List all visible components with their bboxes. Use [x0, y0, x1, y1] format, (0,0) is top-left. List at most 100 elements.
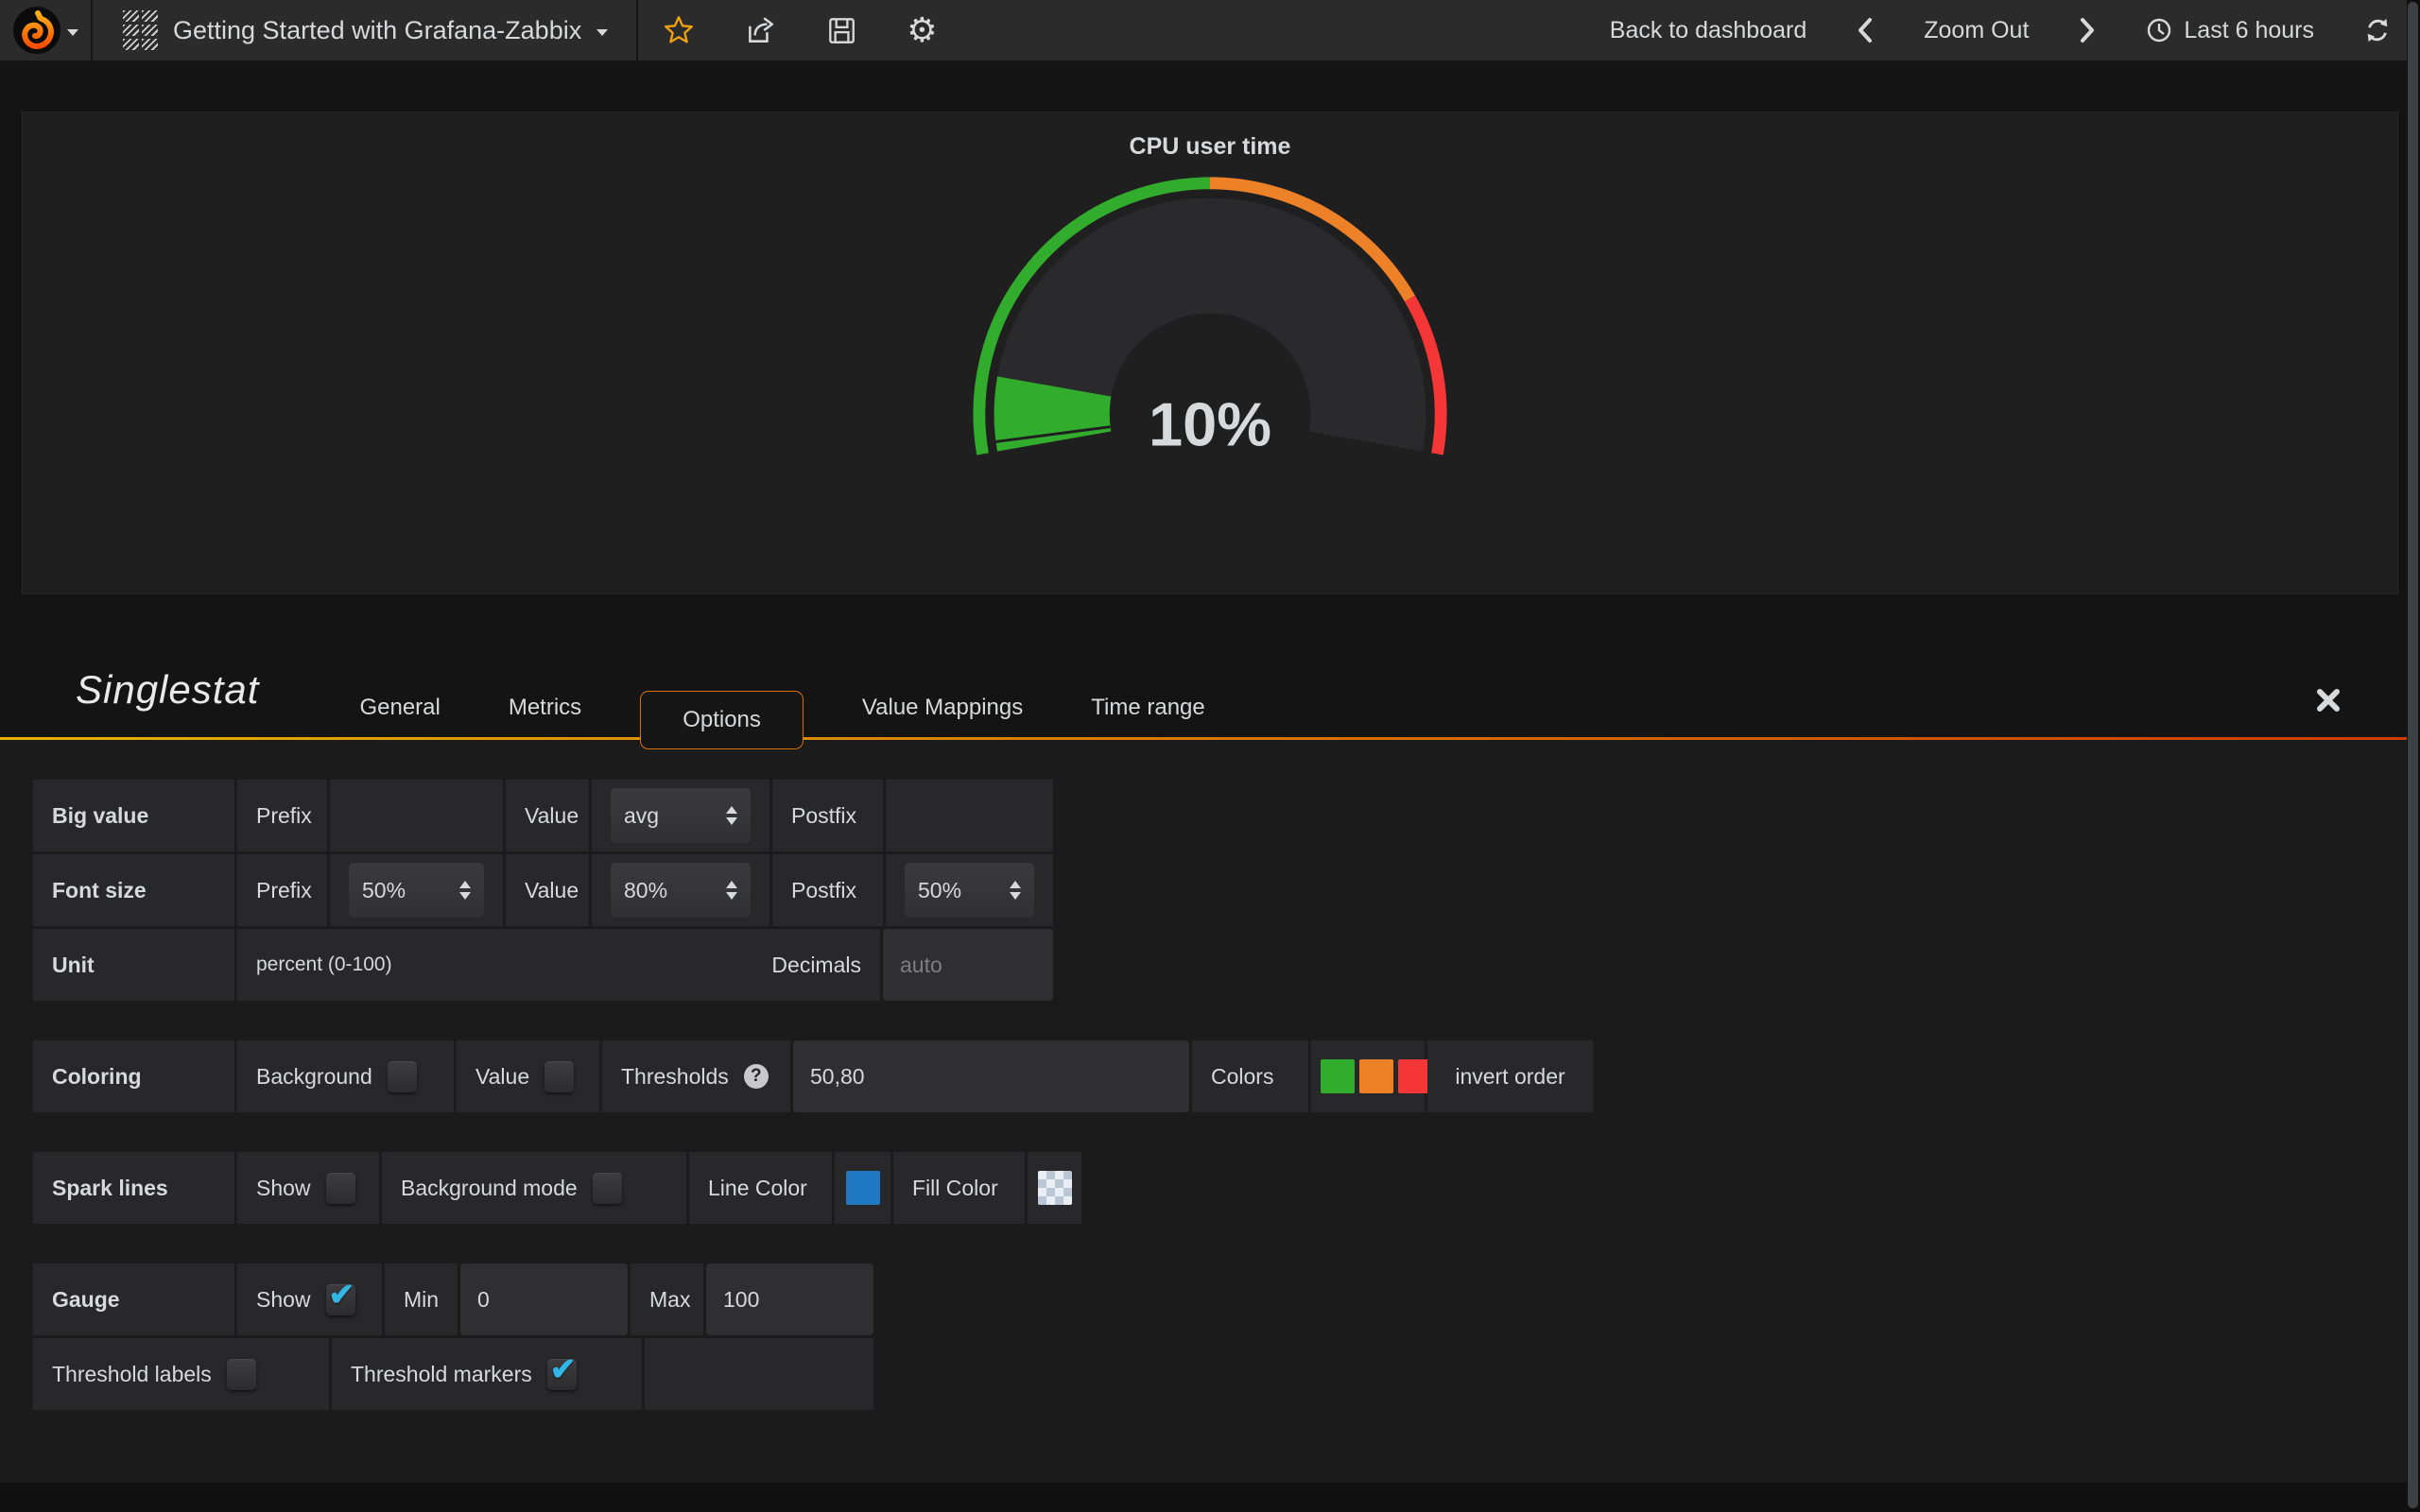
dashboard-grid-icon — [123, 10, 158, 50]
unit-value-link[interactable]: percent (0-100) — [256, 954, 392, 976]
spark-background-mode-cell: Background mode ✔ — [382, 1152, 686, 1224]
clock-icon — [2146, 17, 2172, 43]
coloring-value-cell: Value ✔ — [457, 1040, 599, 1112]
tab-value-mappings[interactable]: Value Mappings — [828, 679, 1057, 737]
close-icon — [2314, 686, 2342, 714]
settings-button[interactable]: ⚙ — [882, 0, 961, 60]
editor-tabsbar: Singlestat General Metrics Options Value… — [0, 594, 2420, 737]
gauge-min-input[interactable] — [464, 1287, 624, 1313]
chevron-right-icon — [2078, 17, 2097, 43]
help-icon[interactable]: ? — [744, 1064, 769, 1089]
tab-general[interactable]: General — [325, 679, 474, 737]
panel-type-title: Singlestat — [76, 667, 259, 713]
coloring-background-cell: Background ✔ — [237, 1040, 454, 1112]
coloring-row: Coloring Background ✔ Value ✔ Thresholds… — [33, 1040, 2420, 1112]
panel-title[interactable]: CPU user time — [1130, 133, 1291, 161]
star-button[interactable] — [638, 0, 719, 60]
spark-show-label: Show — [256, 1176, 311, 1201]
spark-background-mode-checkbox[interactable]: ✔ — [593, 1173, 622, 1204]
prefix-size-select[interactable]: 50% — [349, 863, 484, 918]
postfix-size-cell: 50% — [886, 854, 1053, 926]
options-tab-content: Big value Prefix Value avg Postfix — [0, 740, 2420, 1483]
zoom-out-button[interactable]: Zoom Out — [1899, 0, 2053, 60]
postfix-size-label: Postfix — [772, 854, 883, 926]
gauge-max-label: Max — [631, 1263, 703, 1335]
fill-color-swatch[interactable] — [1038, 1171, 1072, 1205]
prefix-input[interactable] — [349, 788, 484, 843]
tab-options[interactable]: Options — [640, 691, 804, 749]
gauge-min-input-cell — [460, 1263, 628, 1335]
threshold-markers-cell: Threshold markers ✔ — [332, 1338, 642, 1410]
value-size-select[interactable]: 80% — [611, 863, 751, 918]
gauge-row: Gauge Show ✔ Min Max — [33, 1263, 2420, 1335]
scrollbar-track[interactable] — [2407, 0, 2420, 1512]
big-value-row: Big value Prefix Value avg Postfix — [33, 780, 2420, 851]
select-arrows-icon — [726, 806, 737, 825]
time-shift-back-button[interactable] — [1831, 0, 1899, 60]
prefix-size-cell: 50% — [330, 854, 503, 926]
gear-icon: ⚙ — [907, 13, 937, 47]
thresholds-input-cell — [793, 1040, 1189, 1112]
postfix-size-select[interactable]: 50% — [905, 863, 1034, 918]
star-icon — [663, 14, 695, 46]
decimals-input-cell — [883, 929, 1053, 1001]
coloring-value-label: Value — [475, 1064, 529, 1090]
thresholds-input[interactable] — [797, 1064, 1185, 1090]
page-bottom — [0, 1483, 2420, 1512]
scrollbar-thumb[interactable] — [2408, 2, 2418, 1508]
gauge-min-label: Min — [385, 1263, 458, 1335]
font-size-row: Font size Prefix 50% Value 80% Postfix — [33, 854, 2420, 926]
grafana-logo-button[interactable] — [0, 0, 91, 60]
zoom-out-label: Zoom Out — [1924, 17, 2029, 44]
share-icon — [744, 14, 776, 46]
spark-lines-row: Spark lines Show ✔ Background mode ✔ Lin… — [33, 1152, 2420, 1224]
threshold-color-swatch-green[interactable] — [1321, 1059, 1355, 1093]
time-shift-forward-button[interactable] — [2053, 0, 2121, 60]
refresh-icon — [2363, 16, 2392, 44]
prefix-size-selected: 50% — [362, 878, 406, 903]
decimals-label: Decimals — [771, 953, 861, 978]
value-stat-selected: avg — [624, 803, 659, 829]
navbar-right: Back to dashboard Zoom Out Last 6 hours — [1585, 0, 2420, 60]
big-value-label: Big value — [33, 780, 234, 851]
close-editor-button[interactable] — [2314, 686, 2342, 714]
invert-order-button[interactable]: invert order — [1427, 1040, 1593, 1112]
gauge-max-input[interactable] — [710, 1287, 870, 1313]
empty-cell — [645, 1338, 873, 1410]
thresholds-label: Thresholds — [621, 1064, 729, 1090]
back-to-dashboard-button[interactable]: Back to dashboard — [1585, 0, 1831, 60]
postfix-label: Postfix — [772, 780, 883, 851]
dashboard-title-button[interactable]: Getting Started with Grafana-Zabbix — [93, 0, 636, 60]
gauge-show-checkbox[interactable]: ✔ — [326, 1284, 355, 1315]
line-color-swatch[interactable] — [846, 1171, 880, 1205]
unit-cell: percent (0-100) Decimals — [237, 929, 880, 1001]
threshold-labels-checkbox[interactable]: ✔ — [227, 1359, 256, 1390]
value-stat-select[interactable]: avg — [611, 788, 751, 843]
coloring-value-checkbox[interactable]: ✔ — [544, 1061, 574, 1092]
save-button[interactable] — [801, 0, 882, 60]
time-range-label: Last 6 hours — [2184, 17, 2314, 44]
tab-metrics[interactable]: Metrics — [475, 679, 615, 737]
time-range-button[interactable]: Last 6 hours — [2121, 0, 2339, 60]
threshold-color-swatch-orange[interactable] — [1359, 1059, 1393, 1093]
chevron-down-icon — [67, 29, 78, 36]
share-button[interactable] — [719, 0, 801, 60]
chevron-left-icon — [1856, 17, 1875, 43]
spark-show-cell: Show ✔ — [237, 1152, 379, 1224]
coloring-background-checkbox[interactable]: ✔ — [388, 1061, 417, 1092]
gauge-svg: 10% — [968, 172, 1452, 462]
coloring-background-label: Background — [256, 1064, 372, 1090]
prefix-label: Prefix — [237, 780, 327, 851]
dashboard-title: Getting Started with Grafana-Zabbix — [173, 16, 581, 45]
decimals-input[interactable] — [887, 953, 1049, 978]
colors-label: Colors — [1192, 1040, 1308, 1112]
navbar: Getting Started with Grafana-Zabbix ⚙ Ba… — [0, 0, 2420, 62]
font-size-label: Font size — [33, 854, 234, 926]
tab-time-range[interactable]: Time range — [1057, 679, 1239, 737]
singlestat-panel: CPU user time 10% — [22, 112, 2398, 594]
select-arrows-icon — [1010, 881, 1021, 900]
threshold-toggles-row: Threshold labels ✔ Threshold markers ✔ — [33, 1338, 2420, 1410]
spark-show-checkbox[interactable]: ✔ — [326, 1173, 355, 1204]
postfix-input[interactable] — [905, 788, 1034, 843]
threshold-markers-checkbox[interactable]: ✔ — [547, 1359, 577, 1390]
